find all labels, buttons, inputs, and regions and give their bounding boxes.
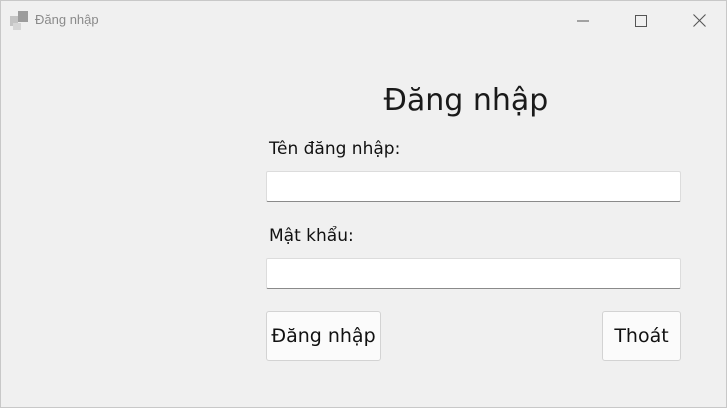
- title-bar[interactable]: Đăng nhập: [1, 1, 727, 41]
- form-heading: Đăng nhập: [383, 83, 549, 118]
- username-label: Tên đăng nhập:: [269, 139, 401, 159]
- minimize-icon: [577, 12, 589, 31]
- exit-button[interactable]: Thoát: [602, 311, 681, 361]
- close-icon: [692, 12, 706, 31]
- minimize-button[interactable]: [554, 1, 612, 41]
- password-input[interactable]: [266, 258, 681, 289]
- maximize-icon: [635, 12, 647, 31]
- app-icon: [10, 11, 30, 31]
- username-input[interactable]: [266, 171, 681, 202]
- password-label: Mật khẩu:: [269, 226, 354, 246]
- window-title: Đăng nhập: [35, 12, 99, 27]
- login-window: Đăng nhập Đăng nhập Tên đăng nhập: Mật k…: [0, 0, 727, 408]
- close-button[interactable]: [670, 1, 727, 41]
- maximize-button[interactable]: [612, 1, 670, 41]
- login-button[interactable]: Đăng nhập: [266, 311, 381, 361]
